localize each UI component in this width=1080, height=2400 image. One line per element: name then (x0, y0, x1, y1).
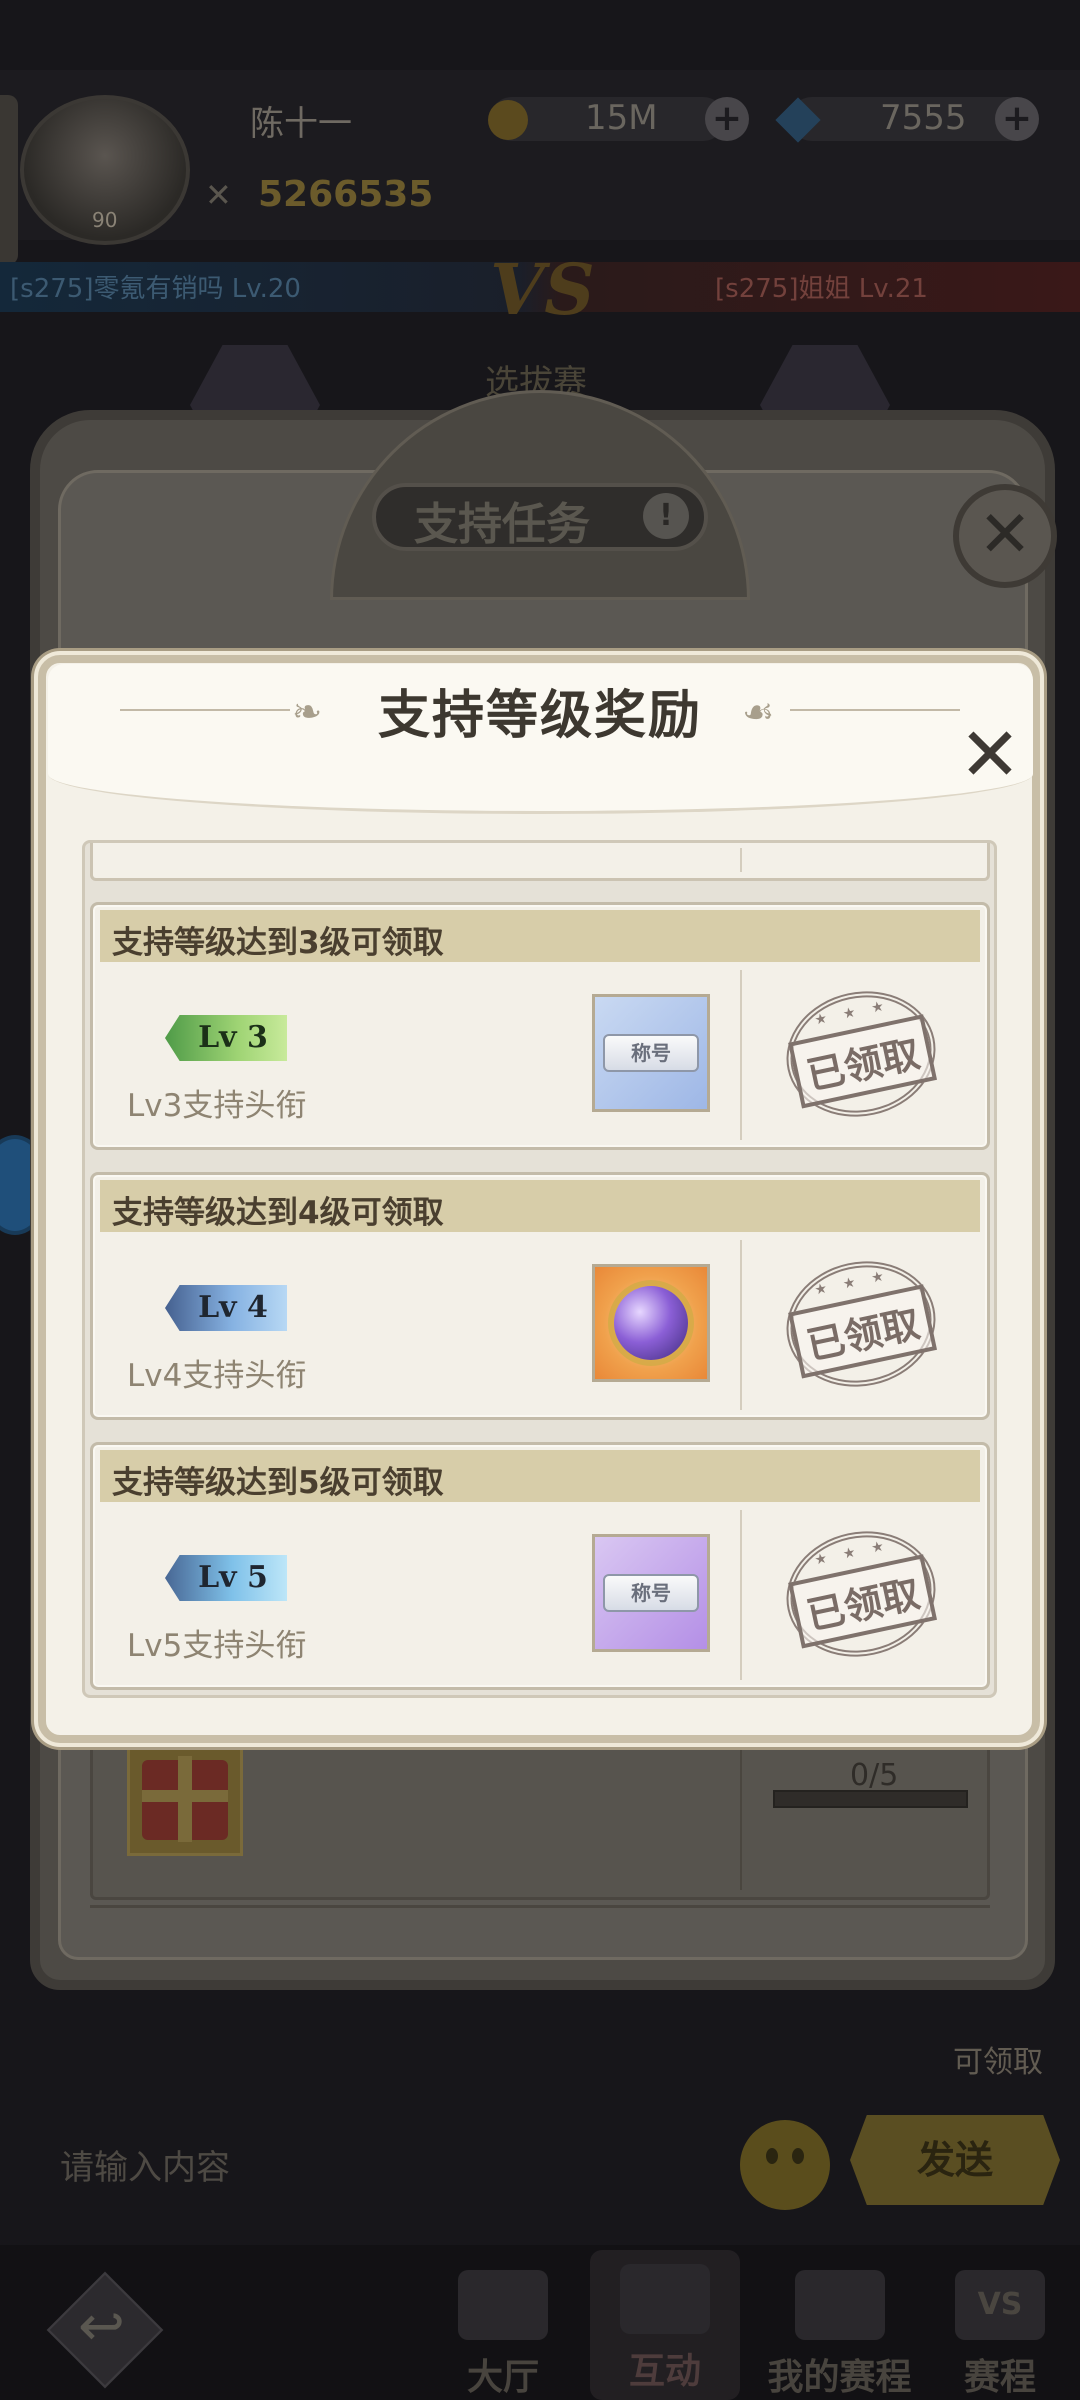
title-reward-item[interactable]: 称号 (592, 1534, 710, 1652)
gem-amount: 7555 (880, 98, 967, 138)
player-name: 陈十一 (250, 104, 352, 144)
support-task-title: 支持任务 (414, 499, 590, 550)
vs-label: VS (490, 248, 595, 331)
task-progress-text: 0/5 (850, 1758, 899, 1793)
cards-icon (620, 2264, 710, 2334)
info-icon[interactable]: ! (643, 493, 689, 539)
left-edge-tab[interactable] (0, 95, 18, 265)
reward-name: Lv3支持头衔 (127, 1088, 307, 1124)
nav-my-schedule[interactable]: 我的赛程 (752, 2270, 927, 2400)
row-divider (740, 1510, 742, 1680)
row-divider (740, 1240, 742, 1410)
crossed-swords-icon: ✕ (205, 176, 232, 214)
claimable-label: 可领取 (953, 2045, 1043, 2080)
nav-my-schedule-label: 我的赛程 (767, 2357, 912, 2398)
gift-ribbon (142, 1790, 228, 1802)
bracket-icon (794, 2270, 885, 2340)
left-team-label: [s275]零氪有销吗 Lv.20 (10, 274, 301, 304)
nav-schedule-label: 赛程 (963, 2357, 1036, 2398)
row-divider (740, 970, 742, 1140)
gold-amount: 15M (585, 98, 658, 138)
next-task-row-edge (90, 1905, 990, 1925)
vs-icon: VS (955, 2270, 1045, 2340)
title-reward-item[interactable]: 称号 (592, 994, 710, 1112)
chat-input[interactable]: 请输入内容 (60, 2140, 230, 2189)
crystal-orb-icon (614, 1286, 688, 1360)
emoji-eye-right (792, 2148, 804, 2164)
nav-interact-label: 互动 (628, 2351, 701, 2392)
emoji-eye-left (766, 2148, 778, 2164)
reward-condition: 支持等级达到4级可领取 (112, 1195, 444, 1231)
title-plate-icon: 称号 (603, 1034, 699, 1072)
level-badge: Lv 3 (165, 1015, 287, 1061)
reward-name: Lv4支持头衔 (127, 1358, 307, 1394)
title-divider-left (120, 709, 290, 711)
send-button[interactable]: 发送 (850, 2115, 1060, 2205)
reward-condition: 支持等级达到3级可领取 (112, 925, 444, 961)
title-ornament-left-icon: ❧ (292, 692, 323, 733)
modal-title: 支持等级奖励 (377, 685, 702, 746)
emoji-button[interactable] (740, 2120, 830, 2210)
nav-schedule[interactable]: VS 赛程 (925, 2270, 1075, 2400)
reward-name: Lv5支持头衔 (127, 1628, 307, 1664)
level-badge: Lv 4 (165, 1285, 287, 1331)
row-divider (740, 848, 742, 872)
back-arrow-icon: ↩ (78, 2294, 125, 2359)
combat-power: 5266535 (258, 174, 434, 215)
right-team-label: [s275]姐姐 Lv.21 (715, 274, 928, 304)
panel-close-button[interactable]: ✕ (953, 484, 1057, 588)
gold-coin-icon (488, 100, 528, 140)
nav-lobby-label: 大厅 (466, 2357, 539, 2398)
nav-interact[interactable]: 互动 (590, 2250, 740, 2400)
add-gems-button[interactable]: + (995, 97, 1039, 141)
nav-lobby[interactable]: 大厅 (428, 2270, 578, 2400)
level-badge: Lv 5 (165, 1555, 287, 1601)
reward-row-partial (90, 843, 990, 881)
title-divider-right (790, 709, 960, 711)
task-progress-bar (773, 1790, 968, 1808)
title-plate-icon: 称号 (603, 1574, 699, 1612)
reward-condition: 支持等级达到5级可领取 (112, 1465, 444, 1501)
modal-close-button[interactable]: ✕ (955, 718, 1025, 792)
orb-reward-item[interactable] (592, 1264, 710, 1382)
crown-icon (458, 2270, 548, 2340)
player-level: 90 (92, 208, 118, 232)
add-gold-button[interactable]: + (705, 97, 749, 141)
title-ornament-right-icon: ☙ (742, 692, 775, 733)
